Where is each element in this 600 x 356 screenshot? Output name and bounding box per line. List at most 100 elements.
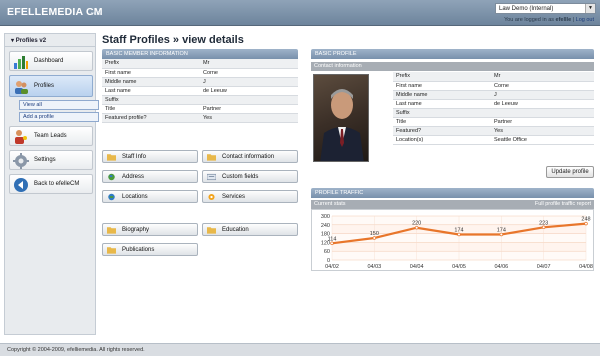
- biography-button[interactable]: Biography: [102, 223, 198, 236]
- sidebar-subitem-view-all[interactable]: View all: [19, 100, 99, 110]
- contact-info-subheader: Contact information: [311, 62, 594, 71]
- traffic-chart: 0 60 120 180 240 300 04/02 04/03 04/04 04/05 04/06…: [311, 209, 594, 271]
- address-button[interactable]: Address: [102, 170, 198, 183]
- copyright-text: Copyright © 2004-2009, efelliemedia. All…: [7, 347, 145, 353]
- row-label: Last name: [102, 86, 200, 96]
- row-label: Location(s): [393, 135, 491, 145]
- sidebar-item-dashboard[interactable]: Dashboard: [9, 51, 93, 71]
- chevron-down-icon[interactable]: ▼: [585, 4, 595, 13]
- row-value: de Leeuw: [200, 86, 298, 96]
- page-title: Staff Profiles » view details: [102, 34, 244, 46]
- table-row: Last name de Leeuw: [393, 99, 594, 109]
- member-info-header: BASIC MEMBER INFORMATION: [102, 49, 298, 59]
- button-label: Locations: [122, 194, 148, 200]
- fields-icon: [207, 173, 216, 181]
- dashboard-icon: [14, 56, 28, 69]
- logout-link[interactable]: Log out: [576, 17, 594, 23]
- table-row: Location(s) Seattle Office: [393, 135, 594, 145]
- row-value: Partner: [200, 104, 298, 114]
- x-tick-label: 04/07: [537, 264, 551, 270]
- services-button[interactable]: Services: [202, 190, 298, 203]
- education-button[interactable]: Education: [202, 223, 298, 236]
- x-tick-label: 04/05: [452, 264, 466, 270]
- row-value: de Leeuw: [491, 99, 594, 109]
- folder-icon: [107, 154, 116, 161]
- row-value: Yes: [200, 113, 298, 123]
- y-tick-label: 240: [321, 223, 330, 229]
- y-tick-label: 300: [321, 214, 330, 220]
- locations-button[interactable]: Locations: [102, 190, 198, 203]
- table-row: Suffix: [102, 95, 298, 105]
- profiles-icon: [15, 81, 28, 94]
- row-label: Prefix: [393, 72, 491, 82]
- button-label: Contact information: [222, 154, 275, 160]
- data-label: 114: [328, 236, 337, 242]
- sidebar-header[interactable]: ▾ Profiles v2: [5, 34, 95, 47]
- data-point: [584, 221, 588, 226]
- contact-information-button[interactable]: Contact information: [202, 150, 298, 163]
- row-value: J: [491, 90, 594, 100]
- globe-icon: [108, 193, 115, 201]
- account-select[interactable]: Law Demo (Internal) ▼: [495, 3, 596, 14]
- sidebar-item-profiles[interactable]: Profiles: [9, 75, 93, 97]
- sidebar-title: Profiles v2: [15, 38, 47, 44]
- table-row: First name Corne: [393, 81, 594, 91]
- sidebar-subitem-add-profile[interactable]: Add a profile: [19, 112, 99, 122]
- publications-button[interactable]: Publications: [102, 243, 198, 256]
- sidebar-item-team-leads[interactable]: Team Leads: [9, 126, 93, 146]
- current-stats-label: Current stats: [314, 201, 346, 207]
- row-value: Seattle Office: [491, 135, 594, 145]
- row-label: Featured?: [393, 126, 491, 136]
- account-select-value: Law Demo (Internal): [499, 6, 554, 12]
- x-tick-label: 04/02: [325, 264, 339, 270]
- data-label: 248: [581, 217, 590, 223]
- row-label: First name: [393, 81, 491, 91]
- settings-icon: [13, 153, 29, 169]
- sidebar-item-label: Team Leads: [34, 133, 67, 139]
- team-leads-icon: [15, 130, 27, 144]
- globe-icon: [108, 173, 115, 181]
- username: efellle: [555, 17, 572, 23]
- row-value: Corne: [491, 81, 594, 91]
- table-row: Title Partner: [393, 117, 594, 127]
- folder-icon: [107, 247, 116, 254]
- table-row: Featured? Yes: [393, 126, 594, 136]
- table-row: Middle name J: [102, 77, 298, 87]
- button-label: Biography: [122, 227, 150, 233]
- traffic-chart-svg: 06012018024030004/02 04/03 04/04 04/05 04/06…: [321, 214, 593, 270]
- data-point: [499, 232, 504, 237]
- full-report-link[interactable]: Full profile traffic report: [535, 200, 591, 209]
- x-tick-label: 04/08: [579, 264, 593, 270]
- row-value: Yes: [491, 126, 594, 136]
- row-label: Featured profile?: [102, 113, 200, 123]
- member-info-table: Prefix Mr First name Corne Middle name J La…: [102, 59, 298, 123]
- row-label: Prefix: [102, 59, 200, 69]
- button-label: Publications: [122, 247, 155, 253]
- table-row: Prefix Mr: [102, 59, 298, 69]
- data-point: [414, 225, 419, 230]
- table-row: First name Corne: [102, 68, 298, 78]
- row-value: [491, 108, 594, 118]
- profile-photo-portrait: [320, 89, 364, 161]
- update-profile-button[interactable]: Update profile: [546, 166, 594, 178]
- folder-icon: [207, 227, 216, 234]
- row-label: Last name: [393, 99, 491, 109]
- footer: Copyright © 2004-2009, efelliemedia. All…: [0, 343, 600, 356]
- data-label: 220: [412, 221, 421, 227]
- collapse-arrow-icon: ▾: [11, 38, 15, 44]
- row-label: Middle name: [393, 90, 491, 100]
- back-icon: [14, 178, 28, 192]
- data-point: [330, 241, 334, 246]
- profile-photo: [313, 74, 369, 162]
- staff-info-button[interactable]: Staff Info: [102, 150, 198, 163]
- x-tick-label: 04/06: [494, 264, 508, 270]
- sidebar-item-back[interactable]: Back to efelleCM: [9, 174, 93, 194]
- login-status: You are logged in as efellle | Log out: [504, 17, 594, 23]
- sidebar-item-settings[interactable]: Settings: [9, 150, 93, 170]
- custom-fields-button[interactable]: Custom fields: [202, 170, 298, 183]
- row-value: Corne: [200, 68, 298, 78]
- table-row: Featured profile? Yes: [102, 113, 298, 123]
- folder-icon: [107, 227, 116, 234]
- sidebar-item-label: Dashboard: [34, 58, 64, 64]
- services-icon: [208, 193, 215, 201]
